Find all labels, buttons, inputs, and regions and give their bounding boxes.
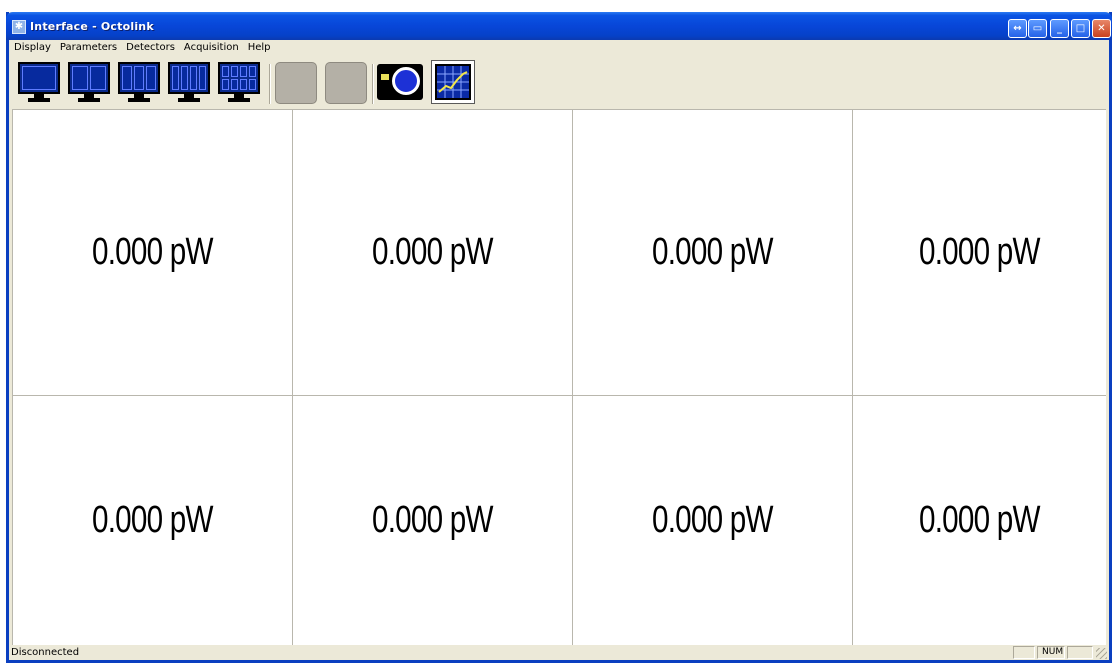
detector-grid: 0.000 pW 0.000 pW 0.000 pW 0.000 pW 0.00… bbox=[12, 109, 1106, 645]
power-reading: 0.000 pW bbox=[919, 231, 1040, 273]
power-reading: 0.000 pW bbox=[92, 499, 213, 541]
window-title: Interface - Octolink bbox=[30, 20, 154, 33]
menu-acquisition[interactable]: Acquisition bbox=[179, 40, 243, 55]
layout-3-button[interactable] bbox=[117, 60, 163, 104]
eight-pane-monitor-icon bbox=[218, 62, 260, 94]
detector-cell-4[interactable]: 0.000 pW bbox=[852, 109, 1106, 395]
toolbar-separator bbox=[372, 64, 374, 104]
monitor-pane bbox=[199, 66, 206, 90]
detector-cell-1[interactable]: 0.000 pW bbox=[12, 109, 292, 395]
close-button[interactable]: ✕ bbox=[1092, 19, 1111, 38]
four-pane-monitor-icon bbox=[168, 62, 210, 94]
status-pane-empty bbox=[1013, 646, 1035, 659]
camera-flash-icon bbox=[381, 74, 389, 80]
power-reading: 0.000 pW bbox=[652, 499, 773, 541]
restore-window-button[interactable]: ▭ bbox=[1028, 19, 1047, 38]
monitor-base bbox=[228, 98, 250, 102]
three-pane-monitor-icon bbox=[118, 62, 160, 94]
monitor-pane bbox=[134, 66, 144, 90]
camera-lens-icon bbox=[392, 67, 420, 95]
monitor-pane bbox=[240, 79, 247, 90]
monitor-base bbox=[28, 98, 50, 102]
layout-1-button[interactable] bbox=[17, 60, 63, 104]
detector-cell-7[interactable]: 0.000 pW bbox=[572, 395, 852, 645]
layout-2-button[interactable] bbox=[67, 60, 113, 104]
detector-cell-5[interactable]: 0.000 pW bbox=[12, 395, 292, 645]
monitor-pane bbox=[90, 66, 106, 90]
camera-icon[interactable] bbox=[377, 64, 423, 100]
minimize-button[interactable]: _ bbox=[1050, 19, 1069, 38]
disabled-button-1[interactable] bbox=[275, 62, 317, 104]
monitor-pane bbox=[240, 66, 247, 77]
toolbar bbox=[9, 58, 1109, 108]
monitor-pane bbox=[122, 66, 132, 90]
layout-8-button[interactable] bbox=[217, 60, 263, 104]
disabled-button-2[interactable] bbox=[325, 62, 367, 104]
monitor-base bbox=[178, 98, 200, 102]
monitor-pane bbox=[231, 79, 238, 90]
detector-cell-3[interactable]: 0.000 pW bbox=[572, 109, 852, 395]
two-pane-monitor-icon bbox=[68, 62, 110, 94]
monitor-pane bbox=[190, 66, 197, 90]
monitor-pane bbox=[22, 66, 56, 90]
menu-detectors[interactable]: Detectors bbox=[121, 40, 179, 55]
monitor-pane bbox=[146, 66, 156, 90]
monitor-pane bbox=[72, 66, 88, 90]
menu-display[interactable]: Display bbox=[9, 40, 55, 55]
resize-grip-icon[interactable] bbox=[1096, 648, 1107, 659]
power-reading: 0.000 pW bbox=[372, 231, 493, 273]
detector-cell-2[interactable]: 0.000 pW bbox=[292, 109, 572, 395]
title-bar[interactable]: ✱ Interface - Octolink ↔ ▭ _ □ ✕ bbox=[6, 12, 1112, 40]
monitor-pane bbox=[249, 66, 256, 77]
menu-parameters[interactable]: Parameters bbox=[55, 40, 121, 55]
status-bar: Disconnected NUM bbox=[9, 645, 1109, 661]
monitor-base bbox=[128, 98, 150, 102]
detector-cell-8[interactable]: 0.000 pW bbox=[852, 395, 1106, 645]
connection-status: Disconnected bbox=[11, 647, 80, 658]
graph-icon bbox=[435, 64, 471, 100]
monitor-pane bbox=[249, 79, 256, 90]
app-window: ✱ Interface - Octolink ↔ ▭ _ □ ✕ Display… bbox=[6, 12, 1112, 663]
power-reading: 0.000 pW bbox=[372, 499, 493, 541]
resize-arrows-button[interactable]: ↔ bbox=[1008, 19, 1027, 38]
monitor-base bbox=[78, 98, 100, 102]
monitor-pane bbox=[231, 66, 238, 77]
monitor-pane bbox=[222, 79, 229, 90]
menu-help[interactable]: Help bbox=[243, 40, 275, 55]
status-pane-empty bbox=[1067, 646, 1093, 659]
toolbar-separator bbox=[269, 64, 271, 104]
detector-cell-6[interactable]: 0.000 pW bbox=[292, 395, 572, 645]
power-reading: 0.000 pW bbox=[92, 231, 213, 273]
single-monitor-icon bbox=[18, 62, 60, 94]
menu-bar: Display Parameters Detectors Acquisition Hel… bbox=[9, 40, 1109, 56]
monitor-pane bbox=[181, 66, 188, 90]
layout-4-button[interactable] bbox=[167, 60, 213, 104]
num-lock-indicator: NUM bbox=[1037, 646, 1065, 659]
power-reading: 0.000 pW bbox=[652, 231, 773, 273]
maximize-button[interactable]: □ bbox=[1071, 19, 1090, 38]
monitor-pane bbox=[172, 66, 179, 90]
monitor-pane bbox=[222, 66, 229, 77]
app-icon[interactable]: ✱ bbox=[12, 20, 26, 34]
power-reading: 0.000 pW bbox=[919, 499, 1040, 541]
graph-button[interactable] bbox=[431, 60, 475, 104]
